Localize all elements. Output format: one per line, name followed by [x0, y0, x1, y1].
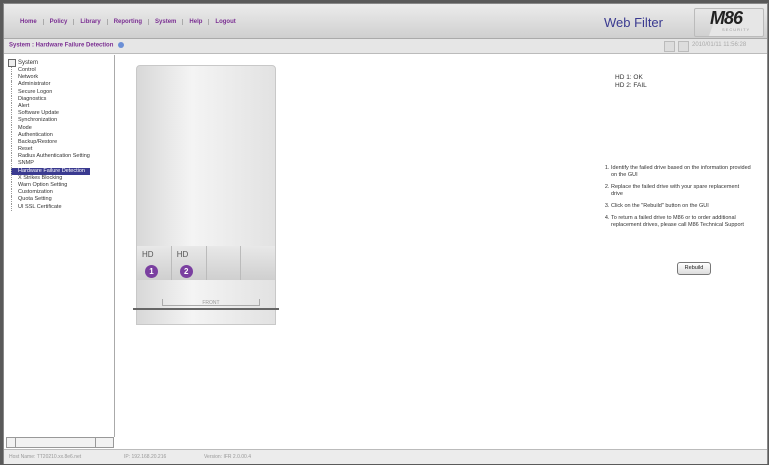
drive-label: HD: [176, 250, 189, 259]
tree-root[interactable]: System: [8, 59, 90, 67]
server-chassis: HD 1 HD 2 FRONT: [133, 65, 279, 325]
tree-item[interactable]: Diagnostics: [11, 95, 90, 103]
breadcrumb-bar: System : Hardware Failure Detection 2010…: [4, 39, 767, 54]
scroll-right-icon[interactable]: [95, 438, 104, 447]
m86-logo: M86 SECURITY: [694, 8, 764, 37]
tree-item[interactable]: Radius Authentication Setting: [11, 153, 90, 161]
tree-item[interactable]: Customization: [11, 189, 90, 197]
system-tree: System Control Network Administrator Sec…: [8, 59, 90, 211]
status-bar: Host Name: TT20210.xx.8e6.net IP: 192.16…: [4, 449, 767, 464]
host-name: Host Name: TT20210.xx.8e6.net: [9, 454, 82, 460]
timestamp: 2010/01/11 11:56:28: [692, 42, 747, 48]
tree-item[interactable]: Network: [11, 74, 90, 82]
menu-home[interactable]: Home: [14, 19, 44, 25]
drive-status: HD 1: OK HD 2: FAIL: [615, 74, 647, 90]
instruction-item: Click on the "Rebuild" button on the GUI: [611, 203, 751, 210]
hd2-status: HD 2: FAIL: [615, 82, 647, 89]
horizontal-scrollbar[interactable]: [6, 437, 114, 448]
empty-bay: [206, 246, 242, 280]
instructions: Identify the failed drive based on the i…: [601, 165, 751, 234]
main-panel: HD 1 HD 2 FRONT HD 1: OK HD 2: FAIL Iden…: [116, 55, 767, 437]
printer-icon[interactable]: [664, 41, 675, 52]
menu-system[interactable]: System: [149, 19, 184, 25]
tree-item[interactable]: UI SSL Certificate: [11, 203, 90, 211]
tree-item[interactable]: Mode: [11, 124, 90, 132]
tree-item[interactable]: Quota Setting: [11, 196, 90, 204]
drive-number-badge: 2: [179, 265, 193, 278]
tree-item[interactable]: Backup/Restore: [11, 138, 90, 147]
menu-help[interactable]: Help: [183, 19, 210, 25]
product-name: Web Filter: [604, 15, 663, 30]
drive-bay-1: HD 1: [137, 246, 172, 280]
tree-root-label: System: [18, 60, 39, 66]
tree-item[interactable]: SNMP: [11, 160, 90, 168]
tree-item[interactable]: Administrator: [11, 81, 90, 89]
empty-bay: [241, 246, 275, 280]
scroll-left-icon[interactable]: [7, 438, 16, 447]
instruction-item: Identify the failed drive based on the i…: [611, 165, 751, 179]
tree-item[interactable]: Authentication: [11, 131, 90, 139]
ip-address: IP: 192.168.20.216: [124, 454, 167, 460]
drive-bay-2: HD 2: [171, 246, 207, 280]
instruction-list: Identify the failed drive based on the i…: [601, 165, 751, 229]
folder-icon: [8, 59, 16, 67]
lock-icon[interactable]: [678, 41, 689, 52]
front-label: FRONT: [162, 299, 260, 306]
drive-label: HD: [142, 250, 154, 259]
app-window: Home Policy Library Reporting System Hel…: [3, 3, 768, 464]
tree-item[interactable]: Control: [11, 67, 90, 75]
rebuild-button[interactable]: Rebuild: [677, 262, 711, 275]
drive-bays: HD 1 HD 2: [137, 246, 275, 280]
tree-item[interactable]: Warn Option Setting: [11, 182, 90, 190]
hd1-status: HD 1: OK: [615, 74, 643, 81]
tree-item-selected[interactable]: Hardware Failure Detection: [11, 167, 90, 175]
tree-item[interactable]: Reset: [11, 146, 90, 154]
toolbar-icons: [664, 41, 689, 52]
tree-item[interactable]: Secure Logon: [11, 88, 90, 96]
menu-library[interactable]: Library: [74, 19, 108, 25]
top-bar: Home Policy Library Reporting System Hel…: [4, 4, 767, 39]
menu-logout[interactable]: Logout: [209, 19, 241, 25]
instruction-item: To return a failed drive to M86 or to or…: [611, 215, 751, 229]
tree-item[interactable]: Synchronization: [11, 117, 90, 125]
logo-text: M86: [710, 8, 743, 28]
menu-policy[interactable]: Policy: [44, 19, 75, 25]
menu-reporting[interactable]: Reporting: [108, 19, 150, 25]
breadcrumb: System : Hardware Failure Detection: [9, 42, 125, 49]
version: Version: IFR 2.0.00.4: [204, 454, 251, 460]
tree-item[interactable]: X Strikes Blocking: [11, 174, 90, 182]
help-icon[interactable]: [118, 42, 125, 48]
tree-item[interactable]: Software Update: [11, 110, 90, 118]
main-menu: Home Policy Library Reporting System Hel…: [14, 19, 242, 25]
breadcrumb-text: System : Hardware Failure Detection: [9, 42, 114, 49]
instruction-item: Replace the failed drive with your spare…: [611, 184, 751, 198]
tree-item[interactable]: Alert: [11, 102, 90, 111]
drive-number-badge: 1: [145, 265, 158, 278]
sidebar: System Control Network Administrator Sec…: [4, 55, 115, 448]
logo-subtext: SECURITY: [722, 27, 751, 32]
